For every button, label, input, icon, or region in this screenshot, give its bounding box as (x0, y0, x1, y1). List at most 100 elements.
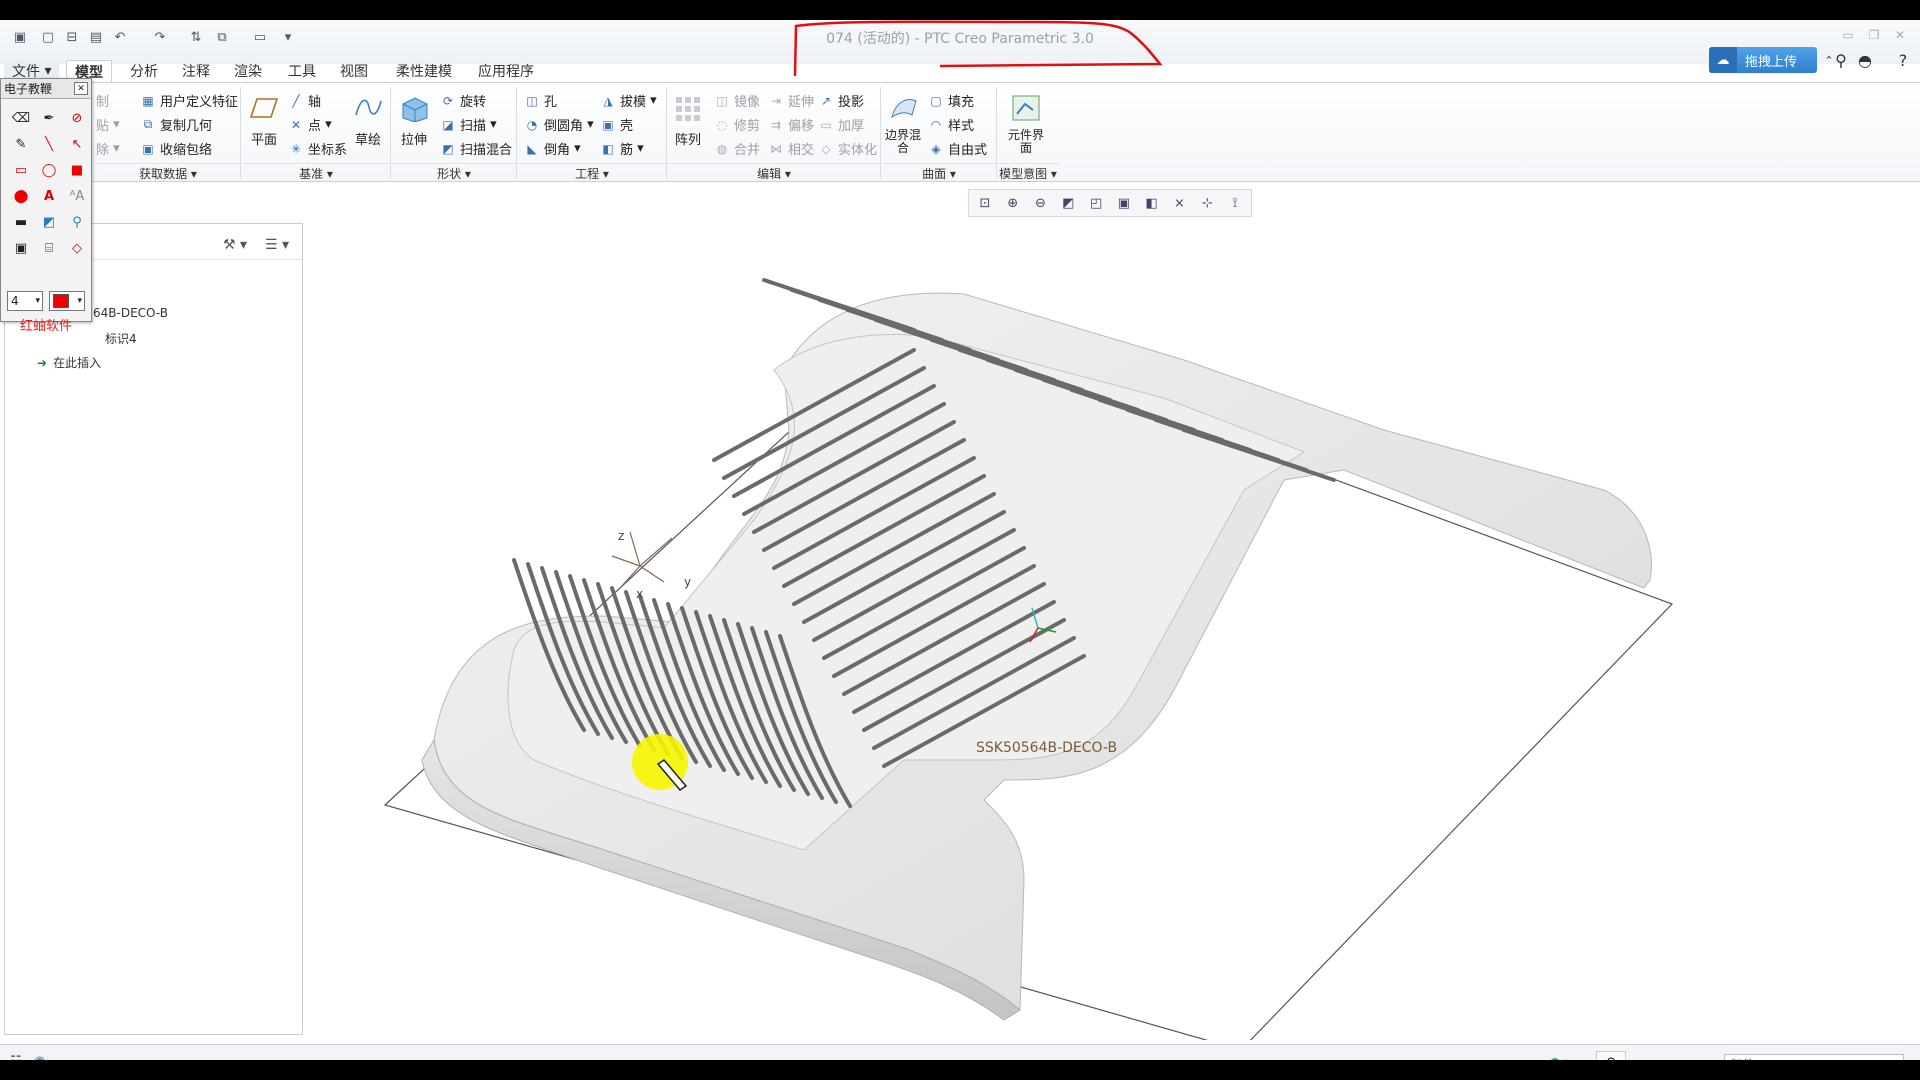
diamond-icon[interactable]: ◇ (63, 235, 91, 261)
group-datum[interactable]: 基准 ▾ (242, 163, 390, 183)
spin-center-icon[interactable]: ⊹ (1195, 192, 1219, 214)
clear-icon[interactable]: ⊘ (63, 105, 91, 131)
point-button[interactable]: ✕ 点 ▾ (288, 115, 332, 134)
group-editing[interactable]: 编辑 ▾ (668, 163, 880, 183)
project-icon: ↗ (820, 93, 832, 108)
tab-flexible-modeling[interactable]: 柔性建模 (388, 60, 460, 82)
project-button[interactable]: ↗ 投影 (818, 91, 864, 111)
zoom-in-icon[interactable]: ⊕ (1001, 192, 1025, 214)
copy-button[interactable]: 制 (96, 91, 109, 110)
tab-view[interactable]: 视图 (332, 60, 376, 82)
close-icon[interactable]: ✕ (1890, 28, 1910, 42)
sketch-button[interactable]: 草绘 (348, 93, 388, 148)
component-interface-button[interactable]: 元件界面 (1004, 93, 1048, 155)
merge-button[interactable]: ◍ 合并 (714, 139, 760, 159)
refit-icon[interactable]: ⊡ (973, 192, 997, 214)
filled-rectangle-icon[interactable]: ■ (63, 157, 91, 183)
arrow-icon[interactable]: ↖ (63, 131, 91, 157)
tree-item-insert-here[interactable]: ➜ 在此插入 (37, 354, 101, 371)
repaint-icon[interactable]: ◩ (1056, 192, 1080, 214)
trim-button[interactable]: ◌ 修剪 (714, 115, 760, 135)
palette-title: 电子教鞭 ✕ (1, 79, 91, 99)
tree-item-mark[interactable]: 标识4 (105, 330, 137, 347)
saved-views-icon[interactable]: ▣ (1112, 192, 1136, 214)
tab-tools[interactable]: 工具 (280, 60, 324, 82)
fill-button[interactable]: ▢ 填充 (928, 91, 974, 111)
rectangle-icon[interactable]: ▭ (7, 157, 35, 183)
group-shapes[interactable]: 形状 ▾ (392, 163, 516, 183)
boundary-blend-button[interactable]: 边界混合 (884, 93, 922, 155)
tree-columns-icon[interactable]: ☰ ▾ (265, 237, 289, 253)
plane-button[interactable]: 平面 (244, 93, 284, 148)
line-width-select[interactable]: 4 ▾ (7, 291, 43, 311)
udf-button[interactable]: ▦ 用户定义特征 (140, 91, 238, 111)
close-icon[interactable]: ✕ (74, 82, 88, 95)
sweep-button[interactable]: ◪ 扫描 ▾ (440, 115, 496, 134)
swept-blend-button[interactable]: ◩ 扫描混合 (440, 139, 512, 159)
browser-toggle-icon[interactable]: ◉ (34, 1054, 45, 1060)
reorient-icon[interactable]: ◰ (1084, 192, 1108, 214)
color-select[interactable]: ▾ (49, 291, 85, 311)
delete-button[interactable]: 除 ▾ (96, 139, 120, 158)
pattern-button[interactable]: 阵列 (668, 93, 708, 148)
round-button[interactable]: ◔ 倒圆角 ▾ (524, 115, 594, 134)
find-icon[interactable]: ⚲ (1596, 1051, 1626, 1060)
tree-settings-icon[interactable]: ⚒ ▾ (223, 237, 247, 253)
group-separator (880, 87, 881, 179)
zoom-out-icon[interactable]: ⊖ (1029, 192, 1053, 214)
color-swatch (53, 294, 69, 308)
tab-annotate[interactable]: 注释 (174, 60, 218, 82)
thicken-button[interactable]: ▭ 加厚 (818, 115, 864, 135)
pen-icon[interactable]: ✒ (35, 105, 63, 131)
screen-icon[interactable]: ◩ (35, 209, 63, 235)
freestyle-button[interactable]: ◈ 自由式 (928, 139, 987, 159)
shell-button[interactable]: ▣ 壳 (600, 115, 633, 135)
revolve-button[interactable]: ⟳ 旋转 (440, 91, 486, 111)
maximize-icon[interactable]: ❐ (1864, 28, 1884, 42)
display-style-icon[interactable]: ◧ (1140, 192, 1164, 214)
save-icon[interactable]: ▣ (7, 235, 35, 261)
rib-button[interactable]: ◧ 筋 ▾ (600, 139, 643, 158)
copy-geometry-button[interactable]: ⧉ 复制几何 (140, 115, 212, 134)
font-size-icon[interactable]: ᴬA (63, 183, 91, 209)
hole-button[interactable]: ◫ 孔 (524, 91, 557, 111)
chamfer-button[interactable]: ◣ 倒角 ▾ (524, 139, 580, 158)
black-bar-icon[interactable]: ▬ (7, 209, 35, 235)
ellipse-icon[interactable]: ◯ (35, 157, 63, 183)
paste-button[interactable]: 贴 ▾ (96, 115, 120, 134)
group-get-data[interactable]: 获取数据 ▾ (96, 163, 240, 183)
extend-button[interactable]: ⇥ 延伸 (768, 91, 814, 111)
minimize-icon[interactable]: ▭ (1838, 28, 1858, 42)
offset-button[interactable]: ⇉ 偏移 (768, 115, 814, 135)
annotation-display-icon[interactable]: ⟟ (1223, 192, 1247, 214)
selection-filter-select[interactable]: 智能▾ (1724, 1054, 1904, 1060)
graphics-area[interactable]: z y x SSK50564B-DECO-B (304, 220, 1920, 1051)
intersect-button[interactable]: ⋈ 相交 (768, 139, 814, 159)
mirror-button[interactable]: ◫ 镜像 (714, 91, 760, 111)
group-model-intent[interactable]: 模型意图 ▾ (996, 163, 1060, 183)
group-separator (666, 87, 667, 179)
csys-button[interactable]: ✳ 坐标系 (288, 139, 347, 159)
shrinkwrap-button[interactable]: ▣ 收缩包络 (140, 139, 212, 159)
tab-render[interactable]: 渲染 (226, 60, 270, 82)
line-icon[interactable]: ╲ (35, 131, 63, 157)
draft-button[interactable]: ◮ 拔模 ▾ (600, 91, 656, 110)
tab-applications[interactable]: 应用程序 (470, 60, 542, 82)
open-folder-icon[interactable]: ⌸ (35, 235, 63, 261)
marker-icon[interactable]: ✎ (7, 131, 35, 157)
tab-analysis[interactable]: 分析 (122, 60, 166, 82)
axis-button[interactable]: ╱ 轴 (288, 91, 321, 111)
group-engineering[interactable]: 工程 ▾ (518, 163, 666, 183)
text-icon[interactable]: A (35, 183, 63, 209)
group-surfaces[interactable]: 曲面 ▾ (882, 163, 996, 183)
csys-label: SSK50564B-DECO-B (976, 740, 1118, 756)
navigator-toggle-icon[interactable]: ☷ (10, 1054, 22, 1060)
datum-display-icon[interactable]: ⨯ (1168, 192, 1192, 214)
filled-ellipse-icon[interactable]: ⬤ (7, 183, 35, 209)
solidify-button[interactable]: ◇ 实体化 (818, 139, 877, 159)
style-button[interactable]: ◠ 样式 (928, 115, 974, 135)
extrude-button[interactable]: 拉伸 (394, 93, 434, 148)
tree-item-part[interactable]: 64B-DECO-B (93, 306, 168, 320)
magnifier-icon[interactable]: ⚲ (63, 209, 91, 235)
eraser-icon[interactable]: ⌫ (7, 105, 35, 131)
